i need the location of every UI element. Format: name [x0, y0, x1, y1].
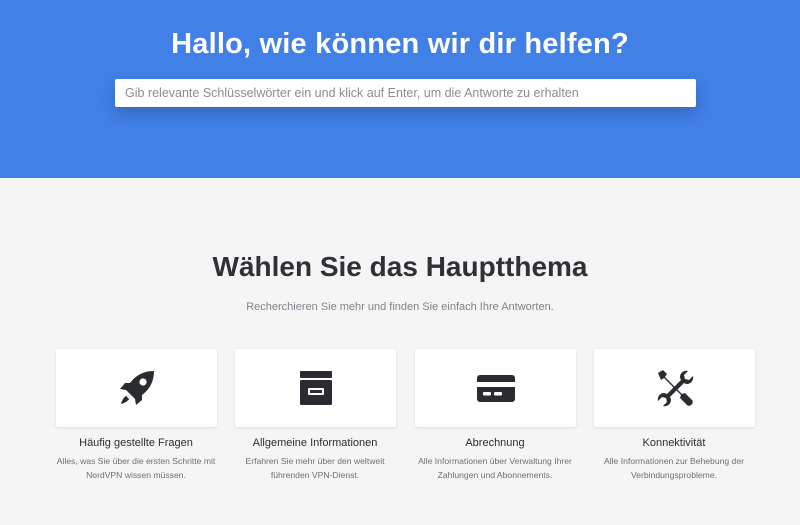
hero-title: Hallo, wie können wir dir helfen?: [171, 28, 629, 60]
tools-icon: [654, 367, 696, 409]
rocket-icon: [117, 368, 157, 408]
topic-card-connectivity[interactable]: [594, 349, 755, 427]
topic-card-faq-title[interactable]: Häufig gestellte Fragen: [36, 437, 236, 449]
topic-card-billing-description: Alle Informationen über Verwaltung Ihrer…: [418, 456, 572, 480]
topic-card-general-description: Erfahren Sie mehr über den weltweit führ…: [245, 456, 385, 480]
topic-card-connectivity-description: Alle Informationen zur Behebung der Verb…: [604, 456, 744, 480]
topic-card-connectivity-title[interactable]: Konnektivität: [574, 437, 774, 449]
credit-card-icon: [476, 368, 516, 408]
archive-box-icon: [296, 368, 336, 408]
section-title: Wählen Sie das Hauptthema: [212, 251, 588, 282]
topic-card-billing-title[interactable]: Abrechnung: [395, 437, 595, 449]
topic-card-faq-description: Alles, was Sie über die ersten Schritte …: [56, 456, 216, 480]
search-input[interactable]: [115, 79, 696, 107]
topic-card-billing[interactable]: [415, 349, 576, 427]
topic-card-faq[interactable]: [56, 349, 217, 427]
topic-card-general[interactable]: [235, 349, 396, 427]
section-subtitle: Recherchieren Sie mehr und finden Sie ei…: [246, 301, 554, 313]
topic-card-general-title[interactable]: Allgemeine Informationen: [215, 437, 415, 449]
hero-banner: Hallo, wie können wir dir helfen?: [0, 0, 800, 178]
